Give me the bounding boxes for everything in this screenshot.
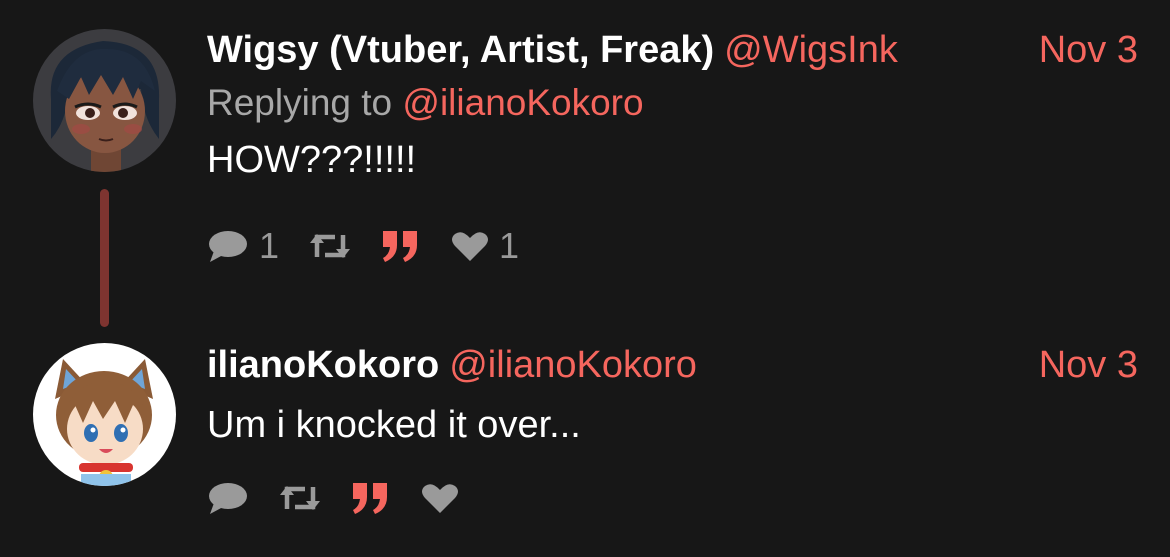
post-date[interactable]: Nov 3 [1039, 341, 1138, 389]
quote-icon [383, 231, 418, 262]
avatar[interactable] [33, 29, 176, 172]
replying-mention[interactable]: @ilianoKokoro [402, 82, 643, 123]
post-actions: 1 1 [207, 226, 549, 266]
like-button[interactable]: 1 [451, 226, 519, 266]
like-count: 1 [499, 225, 520, 266]
reply-button[interactable] [207, 481, 249, 515]
user-handle[interactable]: @WigsInk [724, 29, 898, 71]
post-iliano: ilianoKokoro @ilianoKokoro Nov 3 Um i kno… [0, 330, 1170, 557]
heart-icon [452, 232, 489, 261]
wigsy-avatar-image [33, 29, 176, 172]
retweet-icon [280, 486, 320, 510]
post-content: ilianoKokoro @ilianoKokoro Nov 3 Um i kno… [207, 341, 1138, 449]
comment-icon [209, 483, 247, 514]
replying-to: Replying to @ilianoKokoro [207, 80, 1138, 126]
quote-button[interactable] [381, 229, 421, 263]
reply-button[interactable]: 1 [207, 226, 279, 266]
post-wigsy: Wigsy (Vtuber, Artist, Freak) @WigsInk No… [0, 0, 1170, 327]
reply-count: 1 [259, 225, 280, 266]
display-name[interactable]: ilianoKokoro [207, 344, 439, 386]
post-date[interactable]: Nov 3 [1039, 26, 1138, 74]
avatar[interactable] [33, 343, 176, 486]
post-text: Um i knocked it over... [207, 404, 581, 446]
comment-icon [209, 231, 247, 262]
iliano-avatar-image [33, 343, 176, 486]
quote-button[interactable] [351, 481, 391, 515]
post-actions [207, 478, 489, 518]
retweet-button[interactable] [279, 483, 321, 513]
like-button[interactable] [421, 482, 459, 514]
heart-icon [422, 484, 458, 513]
replying-prefix: Replying to [207, 82, 393, 123]
thread-connector-line [100, 189, 109, 327]
thread: Wigsy (Vtuber, Artist, Freak) @WigsInk No… [0, 0, 1170, 557]
retweet-icon [310, 234, 351, 258]
post-content: Wigsy (Vtuber, Artist, Freak) @WigsInk No… [207, 26, 1138, 184]
user-handle[interactable]: @ilianoKokoro [449, 344, 697, 386]
post-header: ilianoKokoro @ilianoKokoro Nov 3 [207, 341, 1138, 389]
retweet-button[interactable] [309, 231, 351, 261]
post-header: Wigsy (Vtuber, Artist, Freak) @WigsInk No… [207, 26, 1138, 74]
post-text: HOW???!!!!! [207, 139, 417, 181]
quote-icon [353, 483, 387, 514]
display-name[interactable]: Wigsy (Vtuber, Artist, Freak) [207, 29, 714, 71]
